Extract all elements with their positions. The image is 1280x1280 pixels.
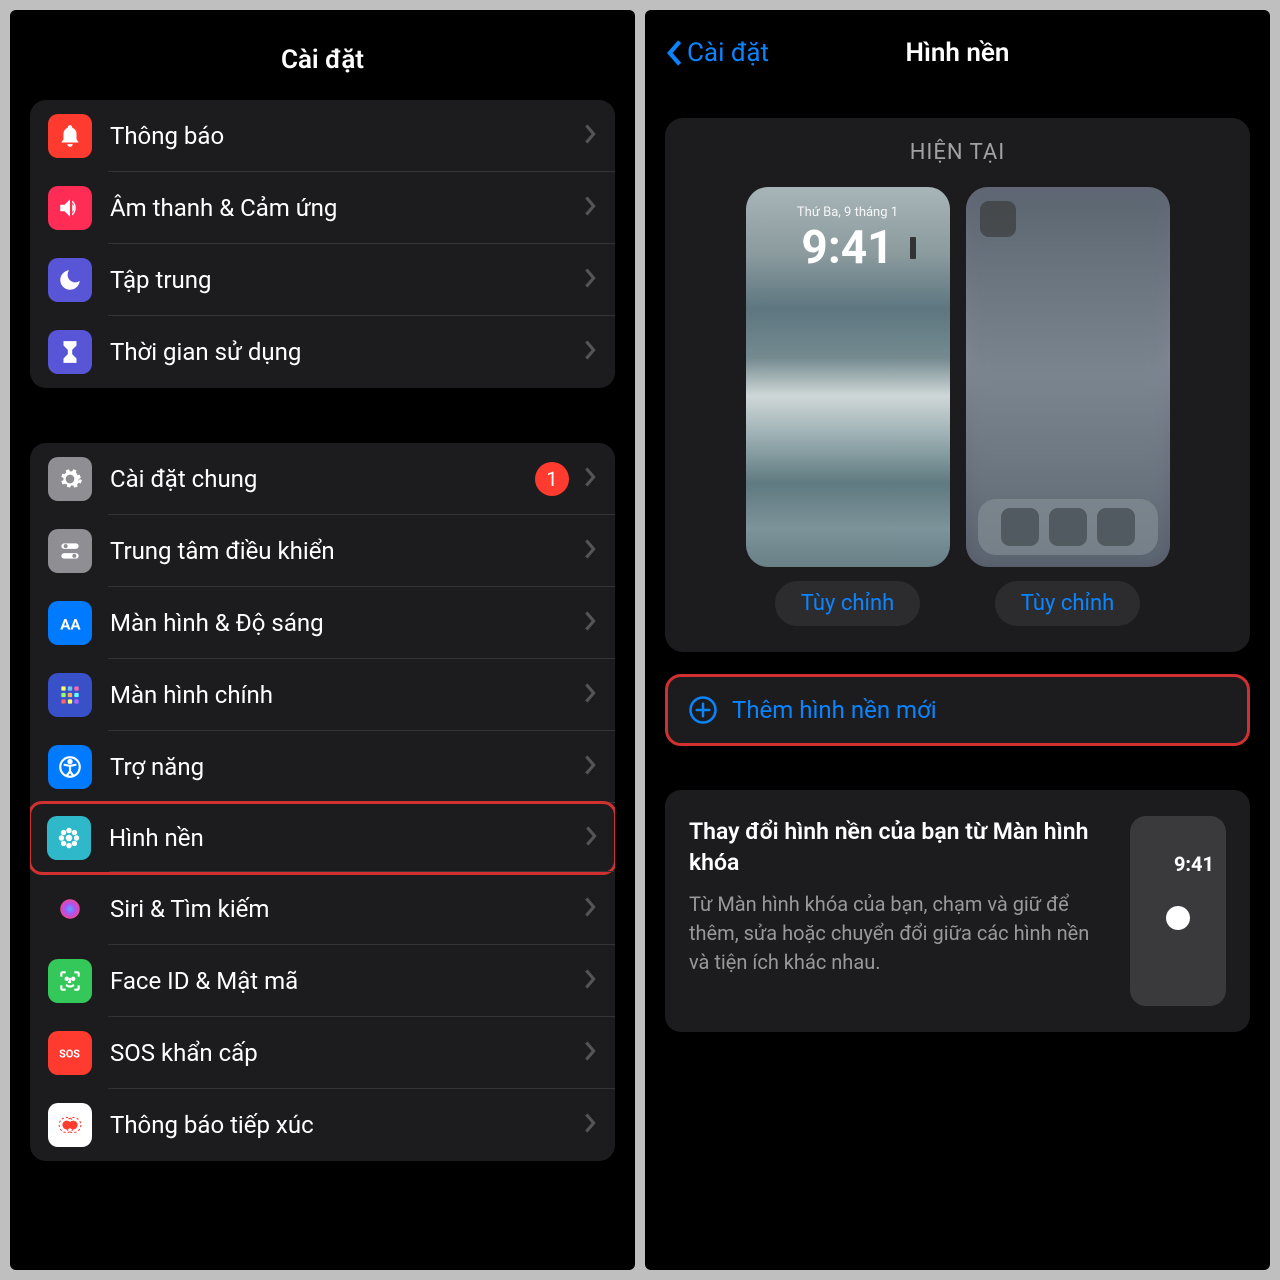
badge-count: 1 (535, 462, 569, 496)
settings-panel: Cài đặt Thông báo Âm thanh & Cảm ứng Tập… (10, 10, 635, 1270)
svg-text:AA: AA (60, 616, 81, 634)
mini-phone-illustration: 9:41 (1130, 816, 1226, 1006)
settings-group-1: Thông báo Âm thanh & Cảm ứng Tập trung T… (30, 100, 615, 388)
accessibility-icon (48, 745, 92, 789)
dock (978, 499, 1158, 555)
row-label: Trung tâm điều khiển (110, 537, 583, 565)
add-wallpaper-button[interactable]: Thêm hình nền mới (665, 674, 1250, 746)
row-label: Hình nền (109, 824, 584, 852)
row-accessibility[interactable]: Trợ năng (30, 731, 615, 803)
row-screentime[interactable]: Thời gian sử dụng (30, 316, 615, 388)
chevron-right-icon (583, 968, 597, 994)
mini-time: 9:41 (1174, 852, 1214, 876)
row-wallpaper[interactable]: Hình nền (30, 801, 615, 875)
flower-icon (47, 816, 91, 860)
widget-placeholder (980, 201, 1016, 237)
hourglass-icon (48, 330, 92, 374)
moon-icon (48, 258, 92, 302)
chevron-right-icon (583, 267, 597, 293)
current-label: HIỆN TẠI (683, 140, 1232, 165)
mini-touch-dot (1166, 906, 1190, 930)
wallpaper-panel: Cài đặt Hình nền HIỆN TẠI Thứ Ba, 9 thán… (645, 10, 1270, 1270)
lighthouse-silhouette (910, 237, 916, 259)
row-label: Tập trung (110, 266, 583, 294)
chevron-right-icon (583, 1040, 597, 1066)
row-label: Màn hình chính (110, 681, 583, 709)
row-label: Thông báo tiếp xúc (110, 1111, 583, 1139)
speaker-icon (48, 186, 92, 230)
row-general[interactable]: Cài đặt chung 1 (30, 443, 615, 515)
row-faceid[interactable]: Face ID & Mật mã (30, 945, 615, 1017)
add-wallpaper-label: Thêm hình nền mới (732, 696, 937, 724)
row-sounds[interactable]: Âm thanh & Cảm ứng (30, 172, 615, 244)
dock-app-icon (1097, 508, 1135, 546)
row-focus[interactable]: Tập trung (30, 244, 615, 316)
gear-icon (48, 457, 92, 501)
row-siri[interactable]: Siri & Tìm kiếm (30, 873, 615, 945)
bell-icon (48, 114, 92, 158)
wallpaper-header: Cài đặt Hình nền (645, 10, 1270, 88)
row-notifications[interactable]: Thông báo (30, 100, 615, 172)
lock-time: 9:41 (746, 221, 950, 275)
homescreen-preview[interactable] (966, 187, 1170, 567)
customize-lock-button[interactable]: Tùy chỉnh (775, 581, 920, 626)
dock-app-icon (1001, 508, 1039, 546)
info-title: Thay đổi hình nền của bạn từ Màn hình kh… (689, 816, 1108, 878)
lockscreen-preview[interactable]: Thứ Ba, 9 tháng 1 9:41 (746, 187, 950, 567)
chevron-right-icon (583, 123, 597, 149)
svg-text:SOS: SOS (59, 1047, 80, 1060)
chevron-right-icon (583, 339, 597, 365)
aa-icon: AA (48, 601, 92, 645)
row-display[interactable]: AA Màn hình & Độ sáng (30, 587, 615, 659)
back-button[interactable]: Cài đặt (665, 38, 769, 68)
chevron-right-icon (583, 466, 597, 492)
siri-icon (48, 887, 92, 931)
chevron-right-icon (583, 896, 597, 922)
dock-app-icon (1049, 508, 1087, 546)
chevron-right-icon (583, 682, 597, 708)
info-card: Thay đổi hình nền của bạn từ Màn hình kh… (665, 790, 1250, 1032)
customize-home-button[interactable]: Tùy chỉnh (995, 581, 1140, 626)
row-sos[interactable]: SOS SOS khẩn cấp (30, 1017, 615, 1089)
back-label: Cài đặt (687, 38, 769, 68)
settings-group-2: Cài đặt chung 1 Trung tâm điều khiển AA … (30, 443, 615, 1161)
chevron-right-icon (584, 825, 598, 851)
row-label: Siri & Tìm kiếm (110, 895, 583, 923)
faceid-icon (48, 959, 92, 1003)
row-label: Âm thanh & Cảm ứng (110, 194, 583, 222)
row-label: Thời gian sử dụng (110, 338, 583, 366)
lock-date: Thứ Ba, 9 tháng 1 (746, 205, 950, 220)
chevron-right-icon (583, 195, 597, 221)
row-exposure[interactable]: Thông báo tiếp xúc (30, 1089, 615, 1161)
info-description: Từ Màn hình khóa của bạn, chạm và giữ để… (689, 890, 1108, 977)
plus-circle-icon (688, 695, 718, 725)
chevron-right-icon (583, 754, 597, 780)
wallpaper-previews: Thứ Ba, 9 tháng 1 9:41 Tùy chỉnh (683, 187, 1232, 626)
row-label: Cài đặt chung (110, 465, 535, 493)
chevron-right-icon (583, 1112, 597, 1138)
row-control-center[interactable]: Trung tâm điều khiển (30, 515, 615, 587)
chevron-right-icon (583, 610, 597, 636)
current-wallpaper-card: HIỆN TẠI Thứ Ba, 9 tháng 1 9:41 Tùy chỉn… (665, 118, 1250, 652)
sos-icon: SOS (48, 1031, 92, 1075)
row-homescreen[interactable]: Màn hình chính (30, 659, 615, 731)
settings-title: Cài đặt (10, 45, 635, 75)
row-label: SOS khẩn cấp (110, 1039, 583, 1067)
row-label: Face ID & Mật mã (110, 967, 583, 995)
row-label: Thông báo (110, 122, 583, 150)
row-label: Trợ năng (110, 753, 583, 781)
settings-header: Cài đặt (10, 10, 635, 100)
exposure-icon (48, 1103, 92, 1147)
wallpaper-title: Hình nền (906, 38, 1010, 68)
row-label: Màn hình & Độ sáng (110, 609, 583, 637)
chevron-right-icon (583, 538, 597, 564)
grid-icon (48, 673, 92, 717)
toggles-icon (48, 529, 92, 573)
